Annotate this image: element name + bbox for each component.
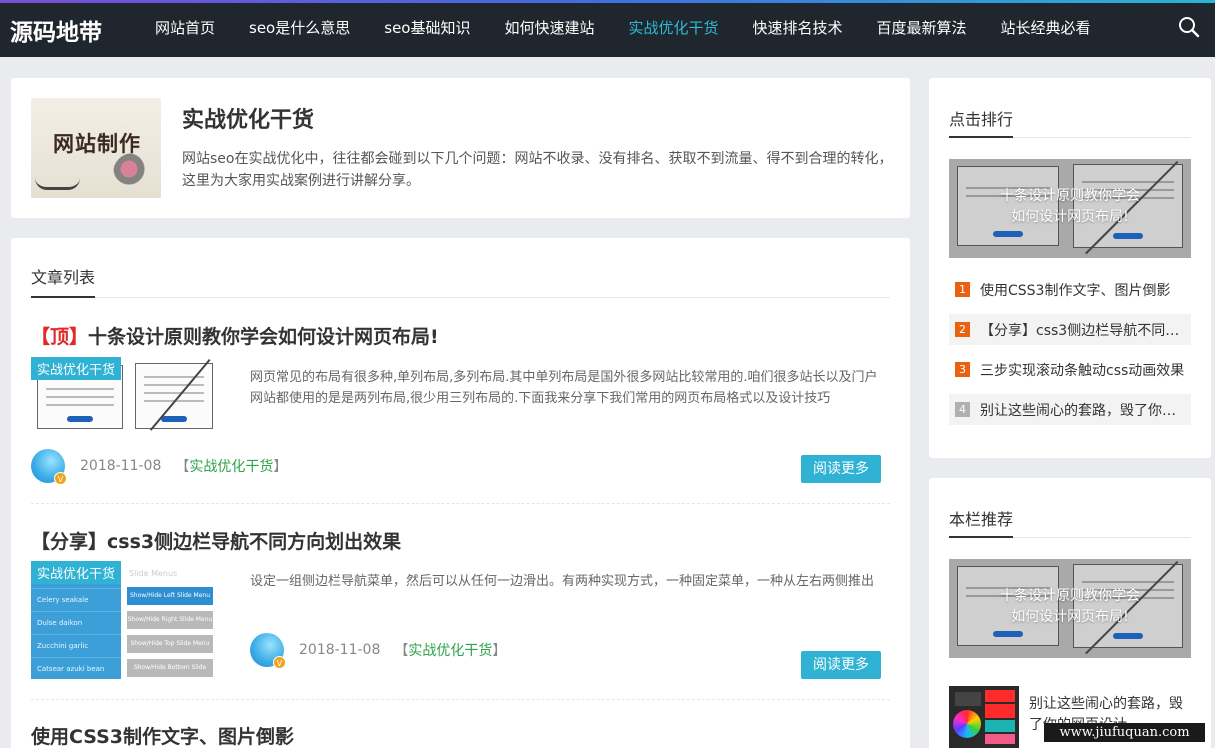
post-title-text[interactable]: 使用CSS3制作文字、图片倒影 [31,726,294,748]
post-excerpt-2: 设定一组侧边栏导航菜单，然后可以从任何一边滑出。有两种实现方式，一种固定菜单，一… [250,574,875,589]
article-list-heading: 文章列表 [31,258,890,298]
lotus-decoration [113,153,153,193]
recommend-heading-label: 本栏推荐 [949,506,1014,538]
author-avatar[interactable]: V [250,633,286,669]
post-excerpt-1: 网页常见的布局有很多种,单列布局,多列布局.其中单列布局是国外很多网站比较常用的… [250,370,878,406]
rank-number: 3 [955,362,970,377]
ranking-item-4[interactable]: 4 别让这些闹心的套路，毁了你的网页设计 [949,394,1191,425]
verified-badge-icon: V [54,472,67,485]
article-list-card: 文章列表 【顶】十条设计原则教你学会如何设计网页布局! 实战优化干货 网页常见的… [11,238,910,748]
post-title-2[interactable]: 【分享】css3侧边栏导航不同方向划出效果 [31,527,401,554]
thumbnail-category-label: 实战优化干货 [31,561,122,584]
verified-badge-icon: V [273,656,286,669]
nav-item-baidu-algorithm[interactable]: 百度最新算法 [860,0,984,57]
nav-item-what-is-seo[interactable]: seo是什么意思 [232,0,367,57]
recommend-heading: 本栏推荐 [949,508,1191,538]
top-navbar: 源码地带 网站首页 seo是什么意思 seo基础知识 如何快速建站 实战优化干货… [0,0,1215,57]
article-list-heading-label: 文章列表 [31,264,96,298]
rank-number: 4 [955,402,970,417]
rank-title[interactable]: 使用CSS3制作文字、图片倒影 [980,280,1185,300]
post-date: 2018-11-08 [299,642,381,658]
post-title-1[interactable]: 【顶】十条设计原则教你学会如何设计网页布局! [31,322,439,349]
rank-title[interactable]: 【分享】css3侧边栏导航不同方向划出效果 [980,320,1185,340]
feature-caption: 十条设计原则教你学会 如何设计网页布局! [1000,188,1140,225]
nav-item-home[interactable]: 网站首页 [138,0,232,57]
recommend-feature-image[interactable]: 十条设计原则教你学会 如何设计网页布局! [949,559,1191,658]
nav-item-webmaster-classics[interactable]: 站长经典必看 [984,0,1108,57]
ranking-feature-image[interactable]: 十条设计原则教你学会 如何设计网页布局! [949,159,1191,258]
color-wheel-icon [953,710,981,738]
post-meta-2: V 2018-11-08 【实战优化干货】 [250,633,506,669]
post-divider [31,503,890,504]
rank-number: 1 [955,282,970,297]
site-logo[interactable]: 源码地带 [10,13,102,47]
author-avatar[interactable]: V [31,449,67,485]
boat-decoration [35,178,80,190]
post-category[interactable]: 【实战优化干货】 [175,456,287,476]
post-title-text[interactable]: 十条设计原则教你学会如何设计网页布局! [88,326,439,348]
site-watermark: www.jiufuquan.com [1044,723,1205,742]
main-nav: 网站首页 seo是什么意思 seo基础知识 如何快速建站 实战优化干货 快速排名… [138,0,1108,57]
click-ranking-widget: 点击排行 十条设计原则教你学会 如何设计网页布局! 1 使用CSS3制作文字、图… [929,78,1211,458]
post-divider [31,699,890,700]
post-thumbnail-2[interactable]: Celery seakale Dulse daikon Zucchini gar… [31,561,214,679]
post-meta-1: V 2018-11-08 【实战优化干货】 [31,449,287,485]
search-icon[interactable] [1178,16,1200,38]
nav-item-quick-build[interactable]: 如何快速建站 [487,0,611,57]
rank-number: 2 [955,322,970,337]
ranking-item-3[interactable]: 3 三步实现滚动条触动css动画效果 [949,354,1191,385]
category-title: 实战优化干货 [182,108,315,133]
ranking-heading-label: 点击排行 [949,106,1014,138]
nav-item-practical-optimization[interactable]: 实战优化干货 [612,0,736,57]
column-recommend-widget: 本栏推荐 十条设计原则教你学会 如何设计网页布局! 别让这些闹心的套路，毁了你的… [929,478,1211,748]
feature-caption: 十条设计原则教你学会 如何设计网页布局! [1000,588,1140,625]
category-description: 网站seo在实战优化中，往往都会碰到以下几个问题：网站不收录、没有排名、获取不到… [182,151,893,189]
ranking-item-2[interactable]: 2 【分享】css3侧边栏导航不同方向划出效果 [949,314,1191,345]
nav-item-fast-ranking[interactable]: 快速排名技术 [736,0,860,57]
nav-item-seo-basics[interactable]: seo基础知识 [367,0,487,57]
read-more-button-1[interactable]: 阅读更多 [801,455,881,483]
rank-title[interactable]: 别让这些闹心的套路，毁了你的网页设计 [980,400,1185,420]
post-date: 2018-11-08 [80,458,162,474]
category-card: 网站制作 实战优化干货 网站seo在实战优化中，往往都会碰到以下几个问题：网站不… [11,78,910,218]
recommend-item-thumbnail[interactable] [949,686,1019,748]
category-thumbnail: 网站制作 [31,98,161,198]
post-title-3[interactable]: 使用CSS3制作文字、图片倒影 [31,722,294,748]
pinned-tag: 【顶】 [31,326,89,348]
rank-title[interactable]: 三步实现滚动条触动css动画效果 [980,360,1185,380]
post-category[interactable]: 【实战优化干货】 [394,640,506,660]
ranking-item-1[interactable]: 1 使用CSS3制作文字、图片倒影 [949,274,1191,305]
post-title-text[interactable]: 【分享】css3侧边栏导航不同方向划出效果 [31,531,401,553]
wireframe-right [135,363,213,429]
read-more-button-2[interactable]: 阅读更多 [801,651,881,679]
thumbnail-category-label: 实战优化干货 [31,357,122,380]
ranking-list: 1 使用CSS3制作文字、图片倒影 2 【分享】css3侧边栏导航不同方向划出效… [949,274,1191,434]
ranking-heading: 点击排行 [949,108,1191,138]
